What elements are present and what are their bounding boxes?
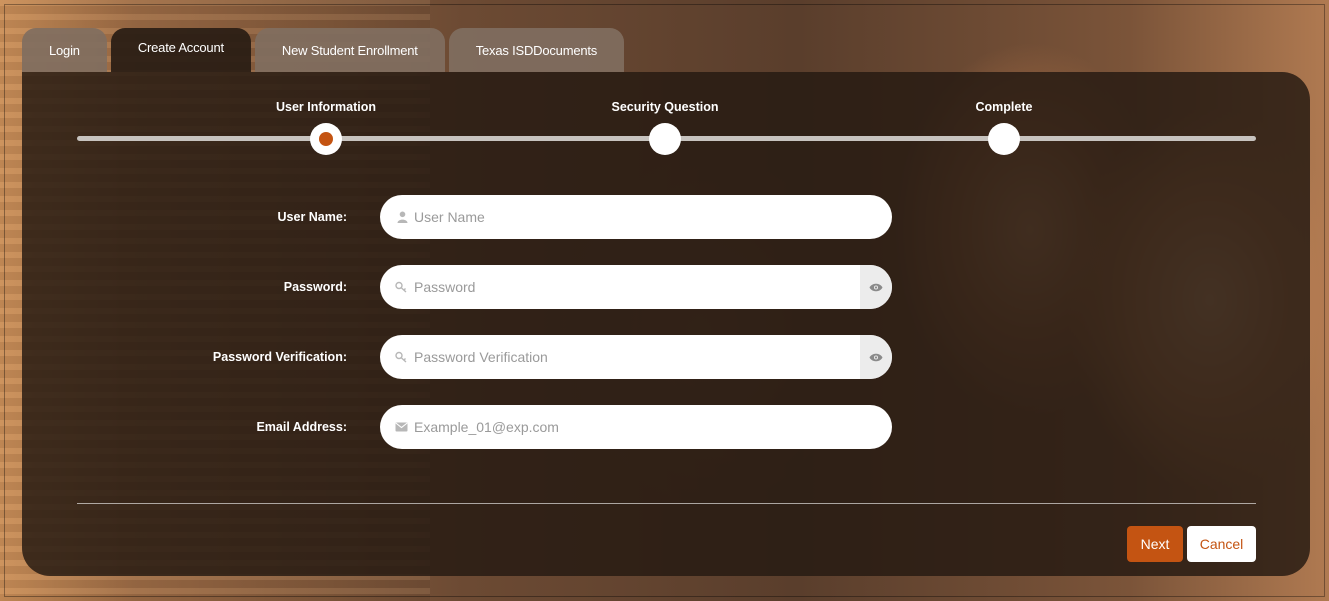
window-frame xyxy=(4,4,1325,597)
